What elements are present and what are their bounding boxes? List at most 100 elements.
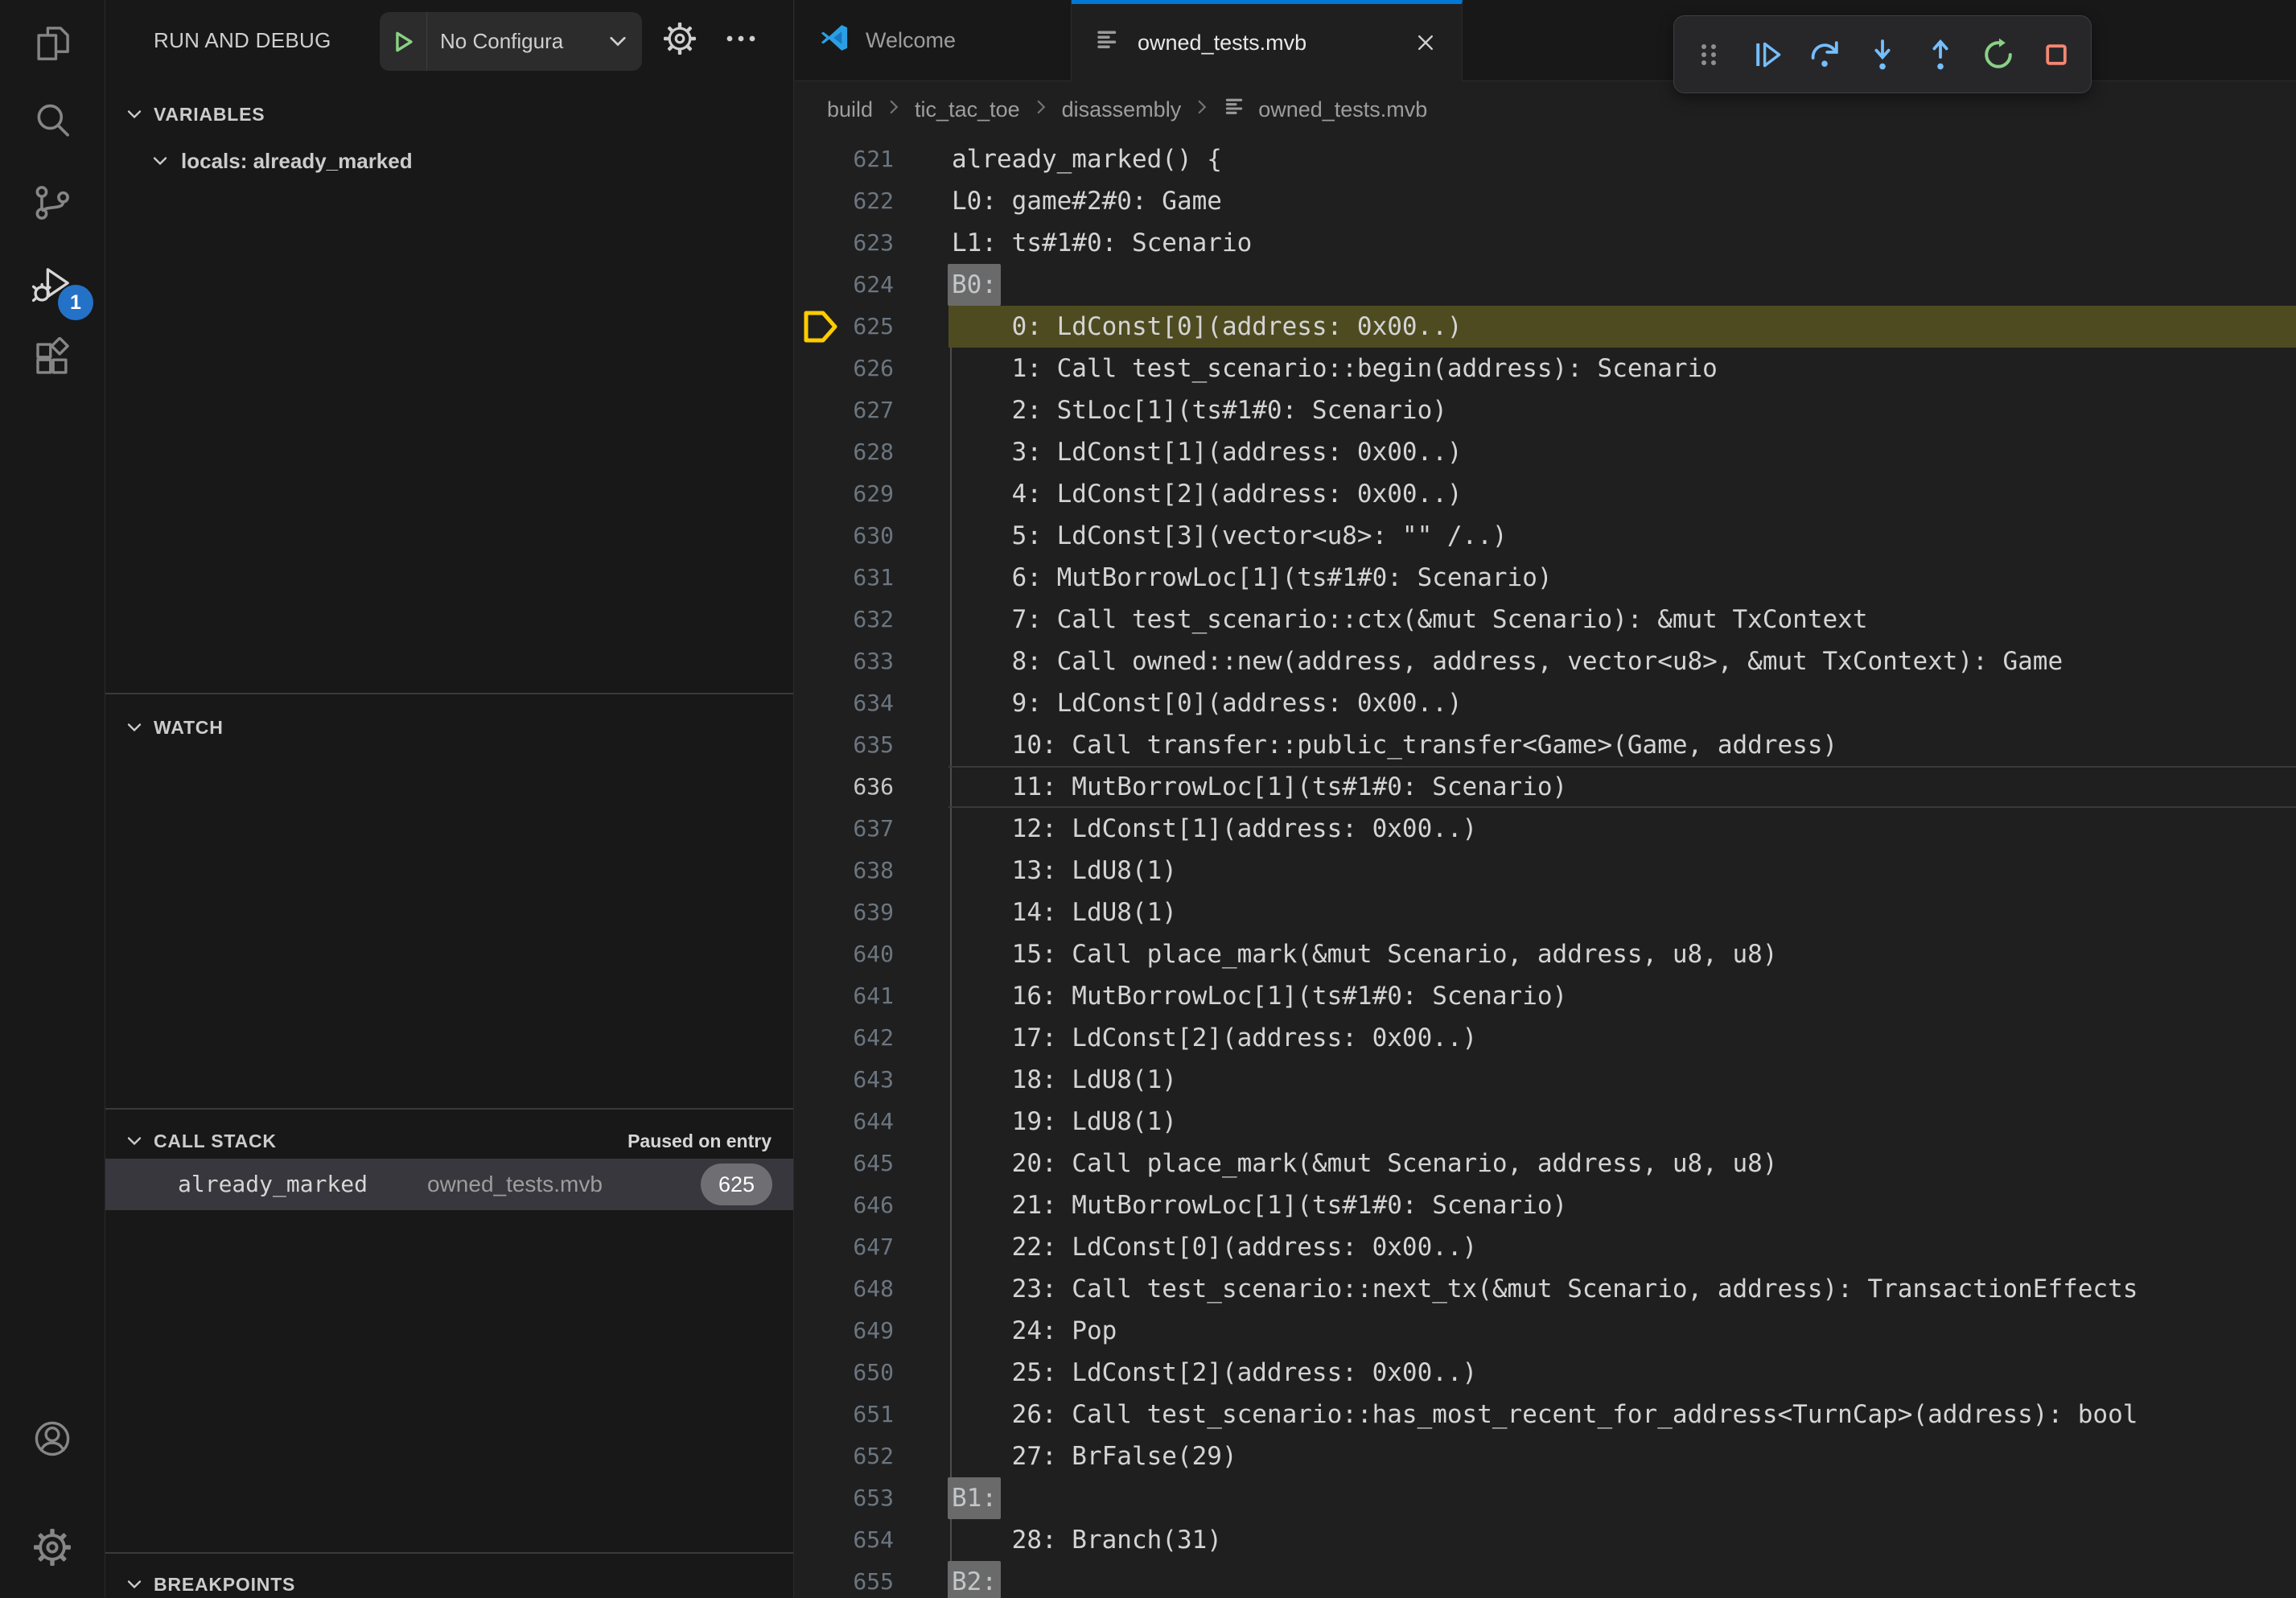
code-line-635[interactable]: 635 10: Call transfer::public_transfer<G…	[795, 724, 2296, 766]
variables-scope-locals[interactable]: locals: already_marked	[105, 138, 793, 183]
sidebar-item-explorer[interactable]	[0, 6, 105, 84]
sidebar-item-run-and-debug[interactable]: 1	[0, 248, 105, 325]
settings-button[interactable]	[0, 1510, 105, 1588]
code-line-629[interactable]: 629 4: LdConst[2](address: 0x00..)	[795, 473, 2296, 515]
code-line-640[interactable]: 640 15: Call place_mark(&mut Scenario, a…	[795, 933, 2296, 975]
line-number[interactable]: 642	[795, 1017, 894, 1059]
line-number[interactable]: 631	[795, 557, 894, 599]
continue-button[interactable]	[1743, 31, 1790, 78]
code-line-639[interactable]: 639 14: LdU8(1)	[795, 892, 2296, 933]
code-line-624[interactable]: 624B0:	[795, 264, 2296, 306]
line-number[interactable]: 637	[795, 808, 894, 850]
section-header-breakpoints[interactable]: BREAKPOINTS	[105, 1562, 793, 1598]
line-number[interactable]: 641	[795, 975, 894, 1017]
launch-configuration-dropdown[interactable]: No Configura	[380, 12, 642, 71]
code-line-654[interactable]: 654 28: Branch(31)	[795, 1519, 2296, 1561]
code-editor[interactable]: 621already_marked() {622L0: game#2#0: Ga…	[795, 138, 2296, 1598]
code-line-644[interactable]: 644 19: LdU8(1)	[795, 1101, 2296, 1143]
code-line-652[interactable]: 652 27: BrFalse(29)	[795, 1435, 2296, 1477]
line-number[interactable]: 635	[795, 724, 894, 766]
restart-button[interactable]	[1975, 31, 2022, 78]
code-line-647[interactable]: 647 22: LdConst[0](address: 0x00..)	[795, 1226, 2296, 1268]
close-icon[interactable]	[1412, 29, 1439, 56]
breadcrumb-item-file[interactable]: owned_tests.mvb	[1223, 94, 1427, 126]
code-line-651[interactable]: 651 26: Call test_scenario::has_most_rec…	[795, 1394, 2296, 1435]
line-number[interactable]: 651	[795, 1394, 894, 1435]
code-line-641[interactable]: 641 16: MutBorrowLoc[1](ts#1#0: Scenario…	[795, 975, 2296, 1017]
step-out-button[interactable]	[1917, 31, 1964, 78]
line-number[interactable]: 629	[795, 473, 894, 515]
code-line-623[interactable]: 623L1: ts#1#0: Scenario	[795, 222, 2296, 264]
code-line-634[interactable]: 634 9: LdConst[0](address: 0x00..)	[795, 682, 2296, 724]
line-number[interactable]: 652	[795, 1435, 894, 1477]
sidebar-item-source-control[interactable]	[0, 166, 105, 243]
code-line-638[interactable]: 638 13: LdU8(1)	[795, 850, 2296, 892]
breadcrumb-item-disassembly[interactable]: disassembly	[1062, 97, 1182, 122]
line-number[interactable]: 626	[795, 348, 894, 389]
line-number[interactable]: 647	[795, 1226, 894, 1268]
call-stack-frame[interactable]: already_marked owned_tests.mvb 625	[105, 1159, 793, 1210]
line-number[interactable]: 636	[795, 766, 894, 808]
toolbar-drag-handle[interactable]	[1685, 31, 1732, 78]
code-line-643[interactable]: 643 18: LdU8(1)	[795, 1059, 2296, 1101]
line-number[interactable]: 654	[795, 1519, 894, 1561]
code-line-646[interactable]: 646 21: MutBorrowLoc[1](ts#1#0: Scenario…	[795, 1184, 2296, 1226]
line-number[interactable]: 622	[795, 180, 894, 222]
code-line-622[interactable]: 622L0: game#2#0: Game	[795, 180, 2296, 222]
line-number[interactable]: 655	[795, 1561, 894, 1598]
code-line-632[interactable]: 632 7: Call test_scenario::ctx(&mut Scen…	[795, 599, 2296, 640]
tab-owned-tests[interactable]: owned_tests.mvb	[1072, 0, 1463, 81]
breadcrumb-item-build[interactable]: build	[827, 97, 873, 122]
code-line-628[interactable]: 628 3: LdConst[1](address: 0x00..)	[795, 431, 2296, 473]
code-line-630[interactable]: 630 5: LdConst[3](vector<u8>: "" /..)	[795, 515, 2296, 557]
line-number[interactable]: 643	[795, 1059, 894, 1101]
line-number[interactable]: 648	[795, 1268, 894, 1310]
code-line-621[interactable]: 621already_marked() {	[795, 138, 2296, 180]
tab-welcome[interactable]: Welcome	[795, 0, 1072, 81]
line-number[interactable]: 621	[795, 138, 894, 180]
code-line-636[interactable]: 636 11: MutBorrowLoc[1](ts#1#0: Scenario…	[795, 766, 2296, 808]
line-number[interactable]: 644	[795, 1101, 894, 1143]
section-header-variables[interactable]: VARIABLES	[105, 90, 793, 138]
code-line-633[interactable]: 633 8: Call owned::new(address, address,…	[795, 640, 2296, 682]
code-line-637[interactable]: 637 12: LdConst[1](address: 0x00..)	[795, 808, 2296, 850]
line-number[interactable]: 630	[795, 515, 894, 557]
breadcrumb-item-tic-tac-toe[interactable]: tic_tac_toe	[915, 97, 1020, 122]
line-number[interactable]: 624	[795, 264, 894, 306]
code-line-645[interactable]: 645 20: Call place_mark(&mut Scenario, a…	[795, 1143, 2296, 1184]
code-line-625[interactable]: 625 0: LdConst[0](address: 0x00..)	[795, 306, 2296, 348]
step-into-button[interactable]	[1859, 31, 1906, 78]
sidebar-item-search[interactable]	[0, 84, 105, 161]
code-line-650[interactable]: 650 25: LdConst[2](address: 0x00..)	[795, 1352, 2296, 1394]
line-number[interactable]: 650	[795, 1352, 894, 1394]
code-line-653[interactable]: 653B1:	[795, 1477, 2296, 1519]
code-line-642[interactable]: 642 17: LdConst[2](address: 0x00..)	[795, 1017, 2296, 1059]
code-line-627[interactable]: 627 2: StLoc[1](ts#1#0: Scenario)	[795, 389, 2296, 431]
line-number[interactable]: 649	[795, 1310, 894, 1352]
line-number[interactable]: 645	[795, 1143, 894, 1184]
line-number[interactable]: 627	[795, 389, 894, 431]
code-line-648[interactable]: 648 23: Call test_scenario::next_tx(&mut…	[795, 1268, 2296, 1310]
code-line-631[interactable]: 631 6: MutBorrowLoc[1](ts#1#0: Scenario)	[795, 557, 2296, 599]
line-number[interactable]: 640	[795, 933, 894, 975]
accounts-button[interactable]	[0, 1402, 105, 1479]
stop-button[interactable]	[2033, 31, 2080, 78]
code-line-655[interactable]: 655B2:	[795, 1561, 2296, 1598]
sidebar-item-extensions[interactable]	[0, 322, 105, 399]
section-header-call-stack[interactable]: CALL STACK Paused on entry	[105, 1118, 793, 1163]
line-number[interactable]: 628	[795, 431, 894, 473]
views-more-actions-button[interactable]	[720, 19, 762, 61]
debug-settings-button[interactable]	[659, 19, 701, 61]
code-line-649[interactable]: 649 24: Pop	[795, 1310, 2296, 1352]
section-header-watch[interactable]: WATCH	[105, 703, 793, 752]
line-number[interactable]: 633	[795, 640, 894, 682]
line-number[interactable]: 623	[795, 222, 894, 264]
line-number[interactable]: 639	[795, 892, 894, 933]
line-number[interactable]: 625	[795, 306, 894, 348]
line-number[interactable]: 632	[795, 599, 894, 640]
step-over-button[interactable]	[1801, 31, 1848, 78]
line-number[interactable]: 653	[795, 1477, 894, 1519]
line-number[interactable]: 638	[795, 850, 894, 892]
line-number[interactable]: 646	[795, 1184, 894, 1226]
start-debug-button[interactable]	[380, 28, 426, 56]
